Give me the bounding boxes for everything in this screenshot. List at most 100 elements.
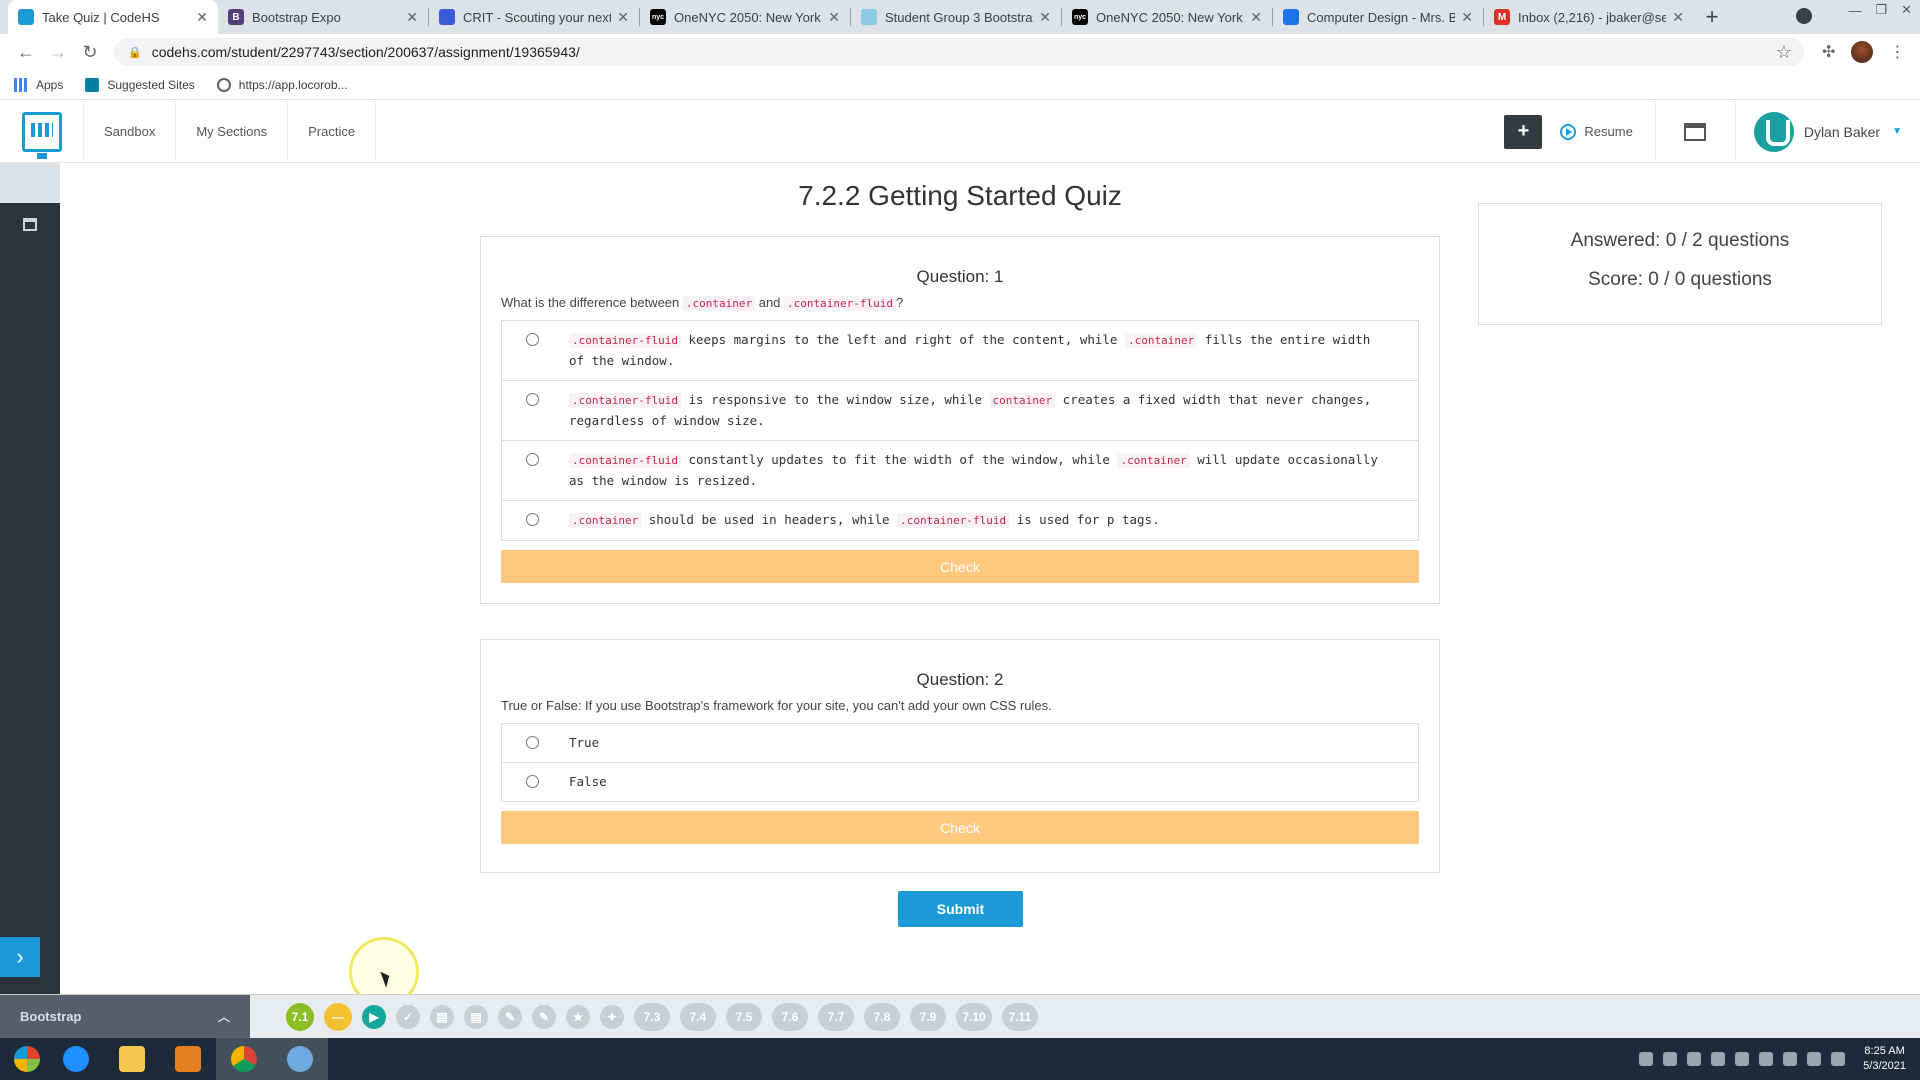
calendar-button[interactable] — [0, 203, 60, 245]
tab-onenyc-1[interactable]: nyc OneNYC 2050: New York Ci ✕ — [640, 0, 850, 34]
lightbulb-icon[interactable]: ✦ — [600, 1004, 624, 1029]
pencil-icon[interactable]: ✎ — [532, 1004, 556, 1029]
option-text: True — [569, 735, 600, 750]
bookmark-star-icon[interactable]: ☆ — [1776, 42, 1792, 63]
tray-icon[interactable] — [1759, 1052, 1774, 1066]
minimize-icon[interactable]: — — [1848, 3, 1861, 18]
screen-recorder-icon[interactable] — [272, 1038, 328, 1080]
pencil-icon[interactable]: ✎ — [498, 1004, 522, 1029]
document-icon[interactable]: ▤ — [430, 1004, 454, 1029]
forward-icon[interactable]: → — [42, 36, 74, 68]
option-code: .container — [1124, 333, 1198, 348]
tab-crit[interactable]: CRIT - Scouting your next te ✕ — [429, 0, 639, 34]
reload-icon[interactable]: ↻ — [74, 36, 106, 68]
expand-sidebar-button[interactable]: › — [0, 937, 40, 977]
answer-option[interactable]: .container-fluid is responsive to the wi… — [502, 381, 1418, 441]
nav-practice[interactable]: Practice — [288, 100, 377, 163]
restore-icon[interactable]: ❐ — [1875, 2, 1887, 18]
system-clock[interactable]: 8:25 AM 5/3/2021 — [1863, 1044, 1906, 1074]
check-button[interactable]: Check — [501, 550, 1419, 583]
lesson-7-5[interactable]: 7.5 — [726, 1002, 762, 1031]
close-icon[interactable]: ✕ — [1672, 9, 1684, 26]
video-icon[interactable]: ▶ — [362, 1004, 386, 1029]
tray-icon[interactable] — [1663, 1052, 1678, 1066]
tab-inbox[interactable]: M Inbox (2,216) - jbaker@se-t ✕ — [1484, 0, 1694, 34]
tray-icon[interactable] — [1711, 1052, 1726, 1066]
radio-button[interactable] — [526, 333, 539, 346]
in-progress-icon[interactable]: — — [324, 1002, 352, 1031]
volume-icon[interactable] — [1783, 1052, 1798, 1066]
close-icon[interactable]: ✕ — [1461, 9, 1473, 26]
codehs-icon — [861, 9, 877, 25]
tab-onenyc-2[interactable]: nyc OneNYC 2050: New York Ci ✕ — [1062, 0, 1272, 34]
chrome-icon[interactable] — [216, 1038, 272, 1080]
new-tab-button[interactable]: + — [1694, 0, 1730, 34]
lesson-7-7[interactable]: 7.7 — [818, 1002, 854, 1031]
menu-icon[interactable]: ⋮ — [1889, 42, 1905, 62]
internet-explorer-icon[interactable] — [48, 1038, 104, 1080]
option-text: .container should be used in headers, wh… — [569, 510, 1389, 531]
file-explorer-icon[interactable] — [104, 1038, 160, 1080]
module-selector[interactable]: Bootstrap ︿ — [0, 994, 250, 1039]
check-button[interactable]: Check — [501, 811, 1419, 844]
network-icon[interactable] — [1807, 1052, 1822, 1066]
answer-option-true[interactable]: True — [502, 724, 1418, 763]
tab-student-group[interactable]: Student Group 3 Bootstrap ✕ — [851, 0, 1061, 34]
codehs-logo[interactable] — [0, 100, 84, 163]
window-layout-button[interactable] — [1656, 100, 1736, 163]
star-icon[interactable]: ★ — [566, 1004, 590, 1029]
lesson-7-11[interactable]: 7.11 — [1002, 1002, 1038, 1031]
user-menu[interactable]: Dylan Baker ▼ — [1736, 101, 1920, 163]
tray-icon[interactable] — [1735, 1052, 1750, 1066]
close-icon[interactable]: ✕ — [1039, 9, 1051, 26]
answer-option[interactable]: .container should be used in headers, wh… — [502, 501, 1418, 540]
tray-icon[interactable] — [1639, 1052, 1654, 1066]
tab-take-quiz[interactable]: Take Quiz | CodeHS ✕ — [8, 0, 218, 34]
close-icon[interactable]: ✕ — [828, 9, 840, 26]
nav-sandbox[interactable]: Sandbox — [84, 100, 177, 163]
radio-button[interactable] — [526, 736, 539, 749]
create-plus-button[interactable]: + — [1504, 114, 1543, 149]
close-icon[interactable]: ✕ — [406, 9, 418, 26]
lesson-7-6[interactable]: 7.6 — [772, 1002, 808, 1031]
back-icon[interactable]: ← — [10, 36, 42, 68]
bookmark-suggested-sites[interactable]: Suggested Sites — [85, 77, 195, 92]
close-icon[interactable]: ✕ — [196, 9, 208, 26]
radio-button[interactable] — [526, 393, 539, 406]
tab-search-icon[interactable] — [1796, 8, 1812, 24]
answer-option[interactable]: .container-fluid constantly updates to f… — [502, 441, 1418, 501]
bookmark-locorobo[interactable]: https://app.locorob... — [216, 77, 348, 92]
start-button[interactable] — [6, 1038, 48, 1080]
lesson-7-4[interactable]: 7.4 — [680, 1002, 716, 1031]
tab-computer-design[interactable]: Computer Design - Mrs. Ba ✕ — [1273, 0, 1483, 34]
close-icon[interactable]: ✕ — [617, 9, 629, 26]
answer-option[interactable]: .container-fluid keeps margins to the le… — [502, 321, 1418, 381]
url-bar[interactable]: 🔒 codehs.com/student/2297743/section/200… — [114, 38, 1804, 66]
lesson-current[interactable]: 7.1 — [286, 1002, 314, 1031]
extensions-icon[interactable]: ✣ — [1822, 42, 1835, 62]
radio-button[interactable] — [526, 453, 539, 466]
close-icon[interactable]: ✕ — [1250, 9, 1262, 26]
lesson-7-9[interactable]: 7.9 — [910, 1002, 946, 1031]
flag-icon[interactable] — [1831, 1052, 1846, 1066]
close-window-icon[interactable]: ✕ — [1901, 2, 1912, 18]
submit-button[interactable]: Submit — [898, 891, 1023, 927]
resume-button[interactable]: Resume — [1560, 100, 1656, 163]
tab-bootstrap-expo[interactable]: B Bootstrap Expo ✕ — [218, 0, 428, 34]
bookmark-apps[interactable]: Apps — [14, 77, 63, 92]
quiz-check-icon[interactable]: ✓ — [396, 1004, 420, 1029]
lesson-7-8[interactable]: 7.8 — [864, 1002, 900, 1031]
document-icon[interactable]: ▤ — [464, 1004, 488, 1029]
option-text: .container-fluid constantly updates to f… — [569, 450, 1389, 491]
radio-button[interactable] — [526, 513, 539, 526]
tray-icon[interactable] — [1687, 1052, 1702, 1066]
crit-icon — [439, 9, 455, 25]
answer-option-false[interactable]: False — [502, 763, 1418, 801]
profile-avatar[interactable] — [1851, 41, 1874, 63]
lesson-7-3[interactable]: 7.3 — [634, 1002, 670, 1031]
media-player-icon[interactable] — [160, 1038, 216, 1080]
lesson-7-10[interactable]: 7.10 — [956, 1002, 992, 1031]
radio-button[interactable] — [526, 775, 539, 788]
lesson-list: 7.1 — ▶ ✓ ▤ ▤ ✎ ✎ ★ ✦ 7.3 7.4 7.5 7.6 7.… — [286, 1002, 1038, 1031]
nav-my-sections[interactable]: My Sections — [176, 100, 289, 163]
